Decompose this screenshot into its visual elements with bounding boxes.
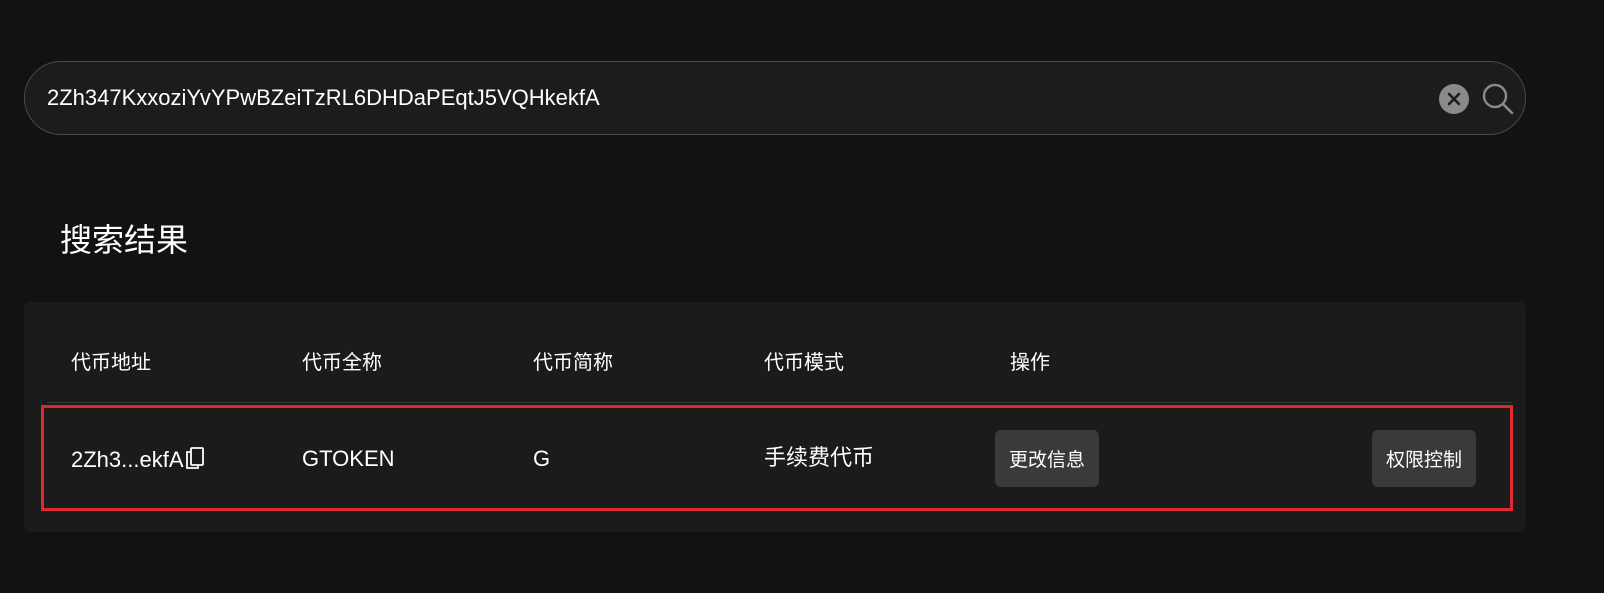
column-header-actions: 操作 [1010, 350, 1050, 374]
results-table: 代币地址 代币全称 代币简称 代币模式 操作 2Zh3...ekfA GTOKE… [24, 302, 1526, 532]
copy-icon[interactable] [185, 446, 205, 470]
token-short-name: G [533, 446, 551, 471]
clear-search-button[interactable] [1439, 84, 1469, 114]
token-address-cell: 2Zh3...ekfA [71, 446, 205, 473]
search-icon [1482, 83, 1514, 115]
search-bar [24, 61, 1526, 135]
close-icon [1447, 92, 1461, 106]
search-input[interactable] [47, 62, 1427, 134]
table-header: 代币地址 代币全称 代币简称 代币模式 操作 [24, 302, 1526, 404]
column-header-address: 代币地址 [71, 350, 151, 374]
edit-info-button[interactable]: 更改信息 [995, 430, 1100, 487]
search-button[interactable] [1481, 82, 1515, 116]
token-full-name: GTOKEN [302, 446, 395, 471]
column-header-mode: 代币模式 [764, 350, 844, 374]
column-header-short-name: 代币简称 [533, 350, 613, 374]
table-row: 2Zh3...ekfA GTOKEN G 手续费代币 更改信息 权限控制 [41, 405, 1513, 511]
header-divider [47, 402, 1512, 403]
token-mode: 手续费代币 [764, 446, 875, 471]
permission-control-button[interactable]: 权限控制 [1372, 430, 1477, 487]
results-title: 搜索结果 [60, 221, 189, 259]
column-header-full-name: 代币全称 [302, 350, 382, 374]
token-address: 2Zh3...ekfA [71, 447, 184, 472]
